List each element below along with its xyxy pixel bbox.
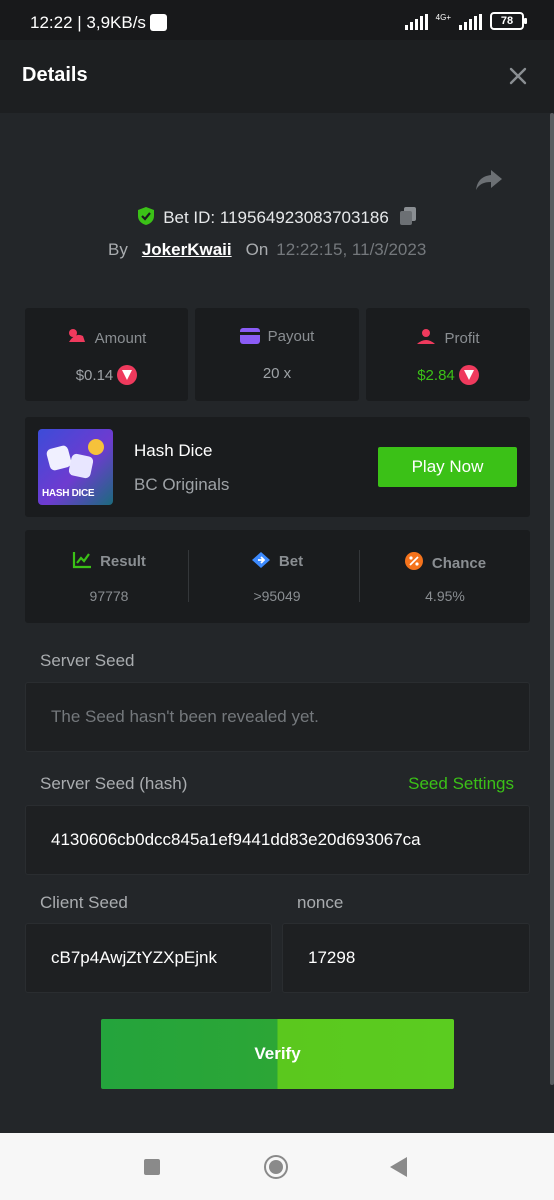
battery-icon: 78 <box>490 12 527 30</box>
wallet-icon <box>239 328 260 344</box>
chance-value: 4.95% <box>425 588 465 604</box>
signal-icon <box>404 14 428 30</box>
bet-col: Bet >95049 <box>193 530 361 623</box>
result-card: Result 97778 Bet >95049 Chance 4.95% <box>25 530 530 623</box>
server-seed-label: Server Seed <box>40 651 135 670</box>
profit-value: $2.84 <box>366 365 530 385</box>
back-icon[interactable] <box>390 1157 407 1177</box>
amount-icon <box>68 329 85 342</box>
close-icon[interactable] <box>508 66 528 86</box>
amount-label: Amount <box>25 328 188 347</box>
byline: By JokerKwaii On 12:22:15, 11/3/2023 <box>108 240 426 260</box>
status-bar: 12:22 | 3,9KB/s 4G+ 78 <box>0 0 554 40</box>
result-label: Result <box>25 551 193 570</box>
client-seed-label: Client Seed <box>40 893 128 912</box>
status-icons: 4G+ 78 <box>404 12 527 30</box>
bet-id-label: Bet ID: <box>163 208 216 227</box>
shield-check-icon <box>138 207 155 225</box>
on-label: On <box>245 240 269 259</box>
bet-target-icon <box>251 552 270 568</box>
nonce-field[interactable]: 17298 <box>282 923 530 993</box>
game-name: Hash Dice <box>134 441 213 460</box>
client-seed-value: cB7p4AwjZtYZXpEjnk <box>51 948 217 967</box>
profit-icon <box>417 329 436 344</box>
scrollbar[interactable] <box>550 113 554 1085</box>
bet-value: >95049 <box>253 588 301 604</box>
bet-label: Bet <box>193 551 361 570</box>
payout-card: Payout 20 x <box>195 308 359 401</box>
details-header: Details <box>0 40 554 113</box>
result-value: 97778 <box>89 588 129 604</box>
amount-value: $0.14 <box>25 365 188 385</box>
status-time: 12:22 | 3,9KB/s <box>30 13 146 32</box>
profit-label: Profit <box>366 328 530 347</box>
trx-coin-icon <box>458 365 479 385</box>
android-nav-bar <box>0 1133 554 1200</box>
server-seed-field: The Seed hasn't been revealed yet. <box>25 682 530 752</box>
home-icon[interactable] <box>264 1155 288 1179</box>
network-type: 4G+ <box>435 13 451 22</box>
game-thumbnail: HASH DICE <box>38 429 113 505</box>
play-store-icon <box>150 14 167 31</box>
game-card: HASH DICE Hash Dice BC Originals Play No… <box>25 417 530 517</box>
nonce-value: 17298 <box>308 948 356 967</box>
nonce-label: nonce <box>297 893 344 912</box>
recents-icon[interactable] <box>144 1159 160 1175</box>
seed-settings-link[interactable]: Seed Settings <box>408 774 514 794</box>
server-hash-label: Server Seed (hash) <box>40 774 188 793</box>
bet-id: 119564923083703186 <box>219 208 389 227</box>
chance-label: Chance <box>361 551 529 572</box>
user-link[interactable]: JokerKwaii <box>142 240 232 259</box>
result-col: Result 97778 <box>25 530 193 623</box>
signal-icon-2 <box>459 14 482 30</box>
chart-check-icon <box>72 552 92 569</box>
server-seed-value: The Seed hasn't been revealed yet. <box>51 707 319 726</box>
amount-card: Amount $0.14 <box>25 308 188 401</box>
bet-id-row: Bet ID: 119564923083703186 <box>0 206 554 228</box>
payout-value: 20 x <box>262 365 292 382</box>
payout-label: Payout <box>195 328 359 345</box>
trx-coin-icon <box>117 365 138 385</box>
verify-button[interactable]: Verify <box>101 1019 454 1089</box>
profit-card: Profit $2.84 <box>366 308 530 401</box>
server-hash-field[interactable]: 4130606cb0dcc845a1ef9441dd83e20d693067ca <box>25 805 530 875</box>
chance-col: Chance 4.95% <box>361 530 529 623</box>
by-label: By <box>108 240 128 259</box>
copy-icon[interactable] <box>399 206 417 226</box>
game-thumbnail-text: HASH DICE <box>42 488 95 499</box>
percent-icon <box>404 552 423 570</box>
game-provider: BC Originals <box>134 475 230 494</box>
share-icon[interactable] <box>475 168 503 192</box>
page-title: Details <box>22 64 88 86</box>
client-seed-field[interactable]: cB7p4AwjZtYZXpEjnk <box>25 923 272 993</box>
server-hash-value: 4130606cb0dcc845a1ef9441dd83e20d693067ca <box>51 830 421 849</box>
play-now-button[interactable]: Play Now <box>378 447 517 487</box>
bet-time: 12:22:15, 11/3/2023 <box>276 240 427 259</box>
